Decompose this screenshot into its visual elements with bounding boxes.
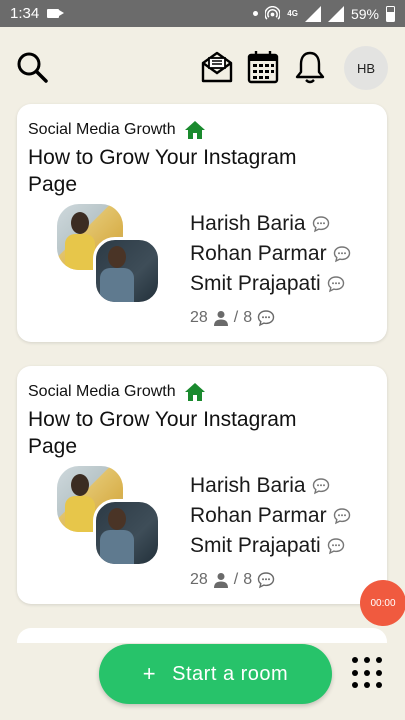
listener-count: 28 <box>190 309 208 326</box>
battery-percent: 59% <box>350 5 379 22</box>
battery-icon <box>386 5 395 22</box>
speaker-count: 8 <box>243 571 253 588</box>
hotspot-icon <box>265 6 281 20</box>
timer-badge[interactable]: 00:00 <box>360 580 405 626</box>
speaker-photos <box>57 466 162 571</box>
signal-icon <box>304 5 321 22</box>
room-stats: 28 / 8 <box>190 571 275 589</box>
chat-bubble-icon <box>312 478 329 495</box>
invitations-mail-icon[interactable] <box>199 49 235 85</box>
stats-separator: / <box>233 309 239 326</box>
speaker-photo <box>93 499 161 567</box>
speaker-row: Rohan Parmar <box>190 501 351 531</box>
search-icon[interactable] <box>14 49 50 85</box>
club-label: Social Media Growth <box>28 120 206 140</box>
listener-count: 28 <box>190 571 208 588</box>
profile-avatar[interactable]: HB <box>344 46 388 90</box>
top-bar: HB <box>0 27 405 105</box>
start-room-label: Start a room <box>172 662 289 685</box>
chat-bubble-icon <box>327 276 344 293</box>
home-icon <box>184 121 205 139</box>
room-title: How to Grow Your Instagram Page <box>28 146 297 196</box>
speaker-row: Smit Prajapati <box>190 269 351 299</box>
speaker-list: Harish Baria Rohan Parmar Smit Prajapati <box>190 209 351 299</box>
notifications-bell-icon[interactable] <box>292 49 328 85</box>
signal-icon-2 <box>327 5 344 22</box>
speaker-list: Harish Baria Rohan Parmar Smit Prajapati <box>190 471 351 561</box>
club-name: Social Media Growth <box>28 383 176 400</box>
room-card[interactable]: Social Media Growth How to Grow Your Ins… <box>17 104 387 342</box>
speaker-name: Smit Prajapati <box>190 534 321 557</box>
start-room-button[interactable]: + Start a room <box>99 644 332 704</box>
speaker-row: Harish Baria <box>190 209 351 239</box>
speaker-row: Harish Baria <box>190 471 351 501</box>
chat-bubble-icon <box>312 216 329 233</box>
club-label: Social Media Growth <box>28 382 206 402</box>
chat-bubble-icon <box>333 508 350 525</box>
speaker-name: Rohan Parmar <box>190 504 327 527</box>
grid-menu-icon[interactable] <box>352 657 384 689</box>
calendar-icon[interactable] <box>245 49 281 85</box>
room-stats: 28 / 8 <box>190 309 275 327</box>
room-title: How to Grow Your Instagram Page <box>28 408 297 458</box>
avatar-initials: HB <box>356 60 376 76</box>
camera-icon <box>47 9 65 18</box>
speaker-photo <box>93 237 161 305</box>
status-time: 1:34 <box>10 5 40 22</box>
speaker-count: 8 <box>243 309 253 326</box>
speaker-name: Harish Baria <box>190 212 306 235</box>
speaker-photos <box>57 204 162 309</box>
plus-icon: + <box>142 661 157 686</box>
status-bar: 1:34 4G 59% <box>0 0 405 27</box>
club-name: Social Media Growth <box>28 121 176 138</box>
speaker-name: Harish Baria <box>190 474 306 497</box>
chat-bubble-icon <box>327 538 344 555</box>
person-icon <box>213 311 228 326</box>
chat-bubble-icon <box>257 572 275 589</box>
speaker-row: Smit Prajapati <box>190 531 351 561</box>
speaker-name: Smit Prajapati <box>190 272 321 295</box>
speaker-row: Rohan Parmar <box>190 239 351 269</box>
chat-bubble-icon <box>333 246 350 263</box>
timer-text: 00:00 <box>370 597 396 609</box>
home-icon <box>184 383 205 401</box>
stats-separator: / <box>233 571 239 588</box>
network-type: 4G <box>287 8 298 18</box>
chat-bubble-icon <box>257 310 275 327</box>
person-icon <box>213 573 228 588</box>
speaker-name: Rohan Parmar <box>190 242 327 265</box>
notification-dot-icon <box>253 11 259 16</box>
room-card[interactable]: Social Media Growth How to Grow Your Ins… <box>17 366 387 604</box>
